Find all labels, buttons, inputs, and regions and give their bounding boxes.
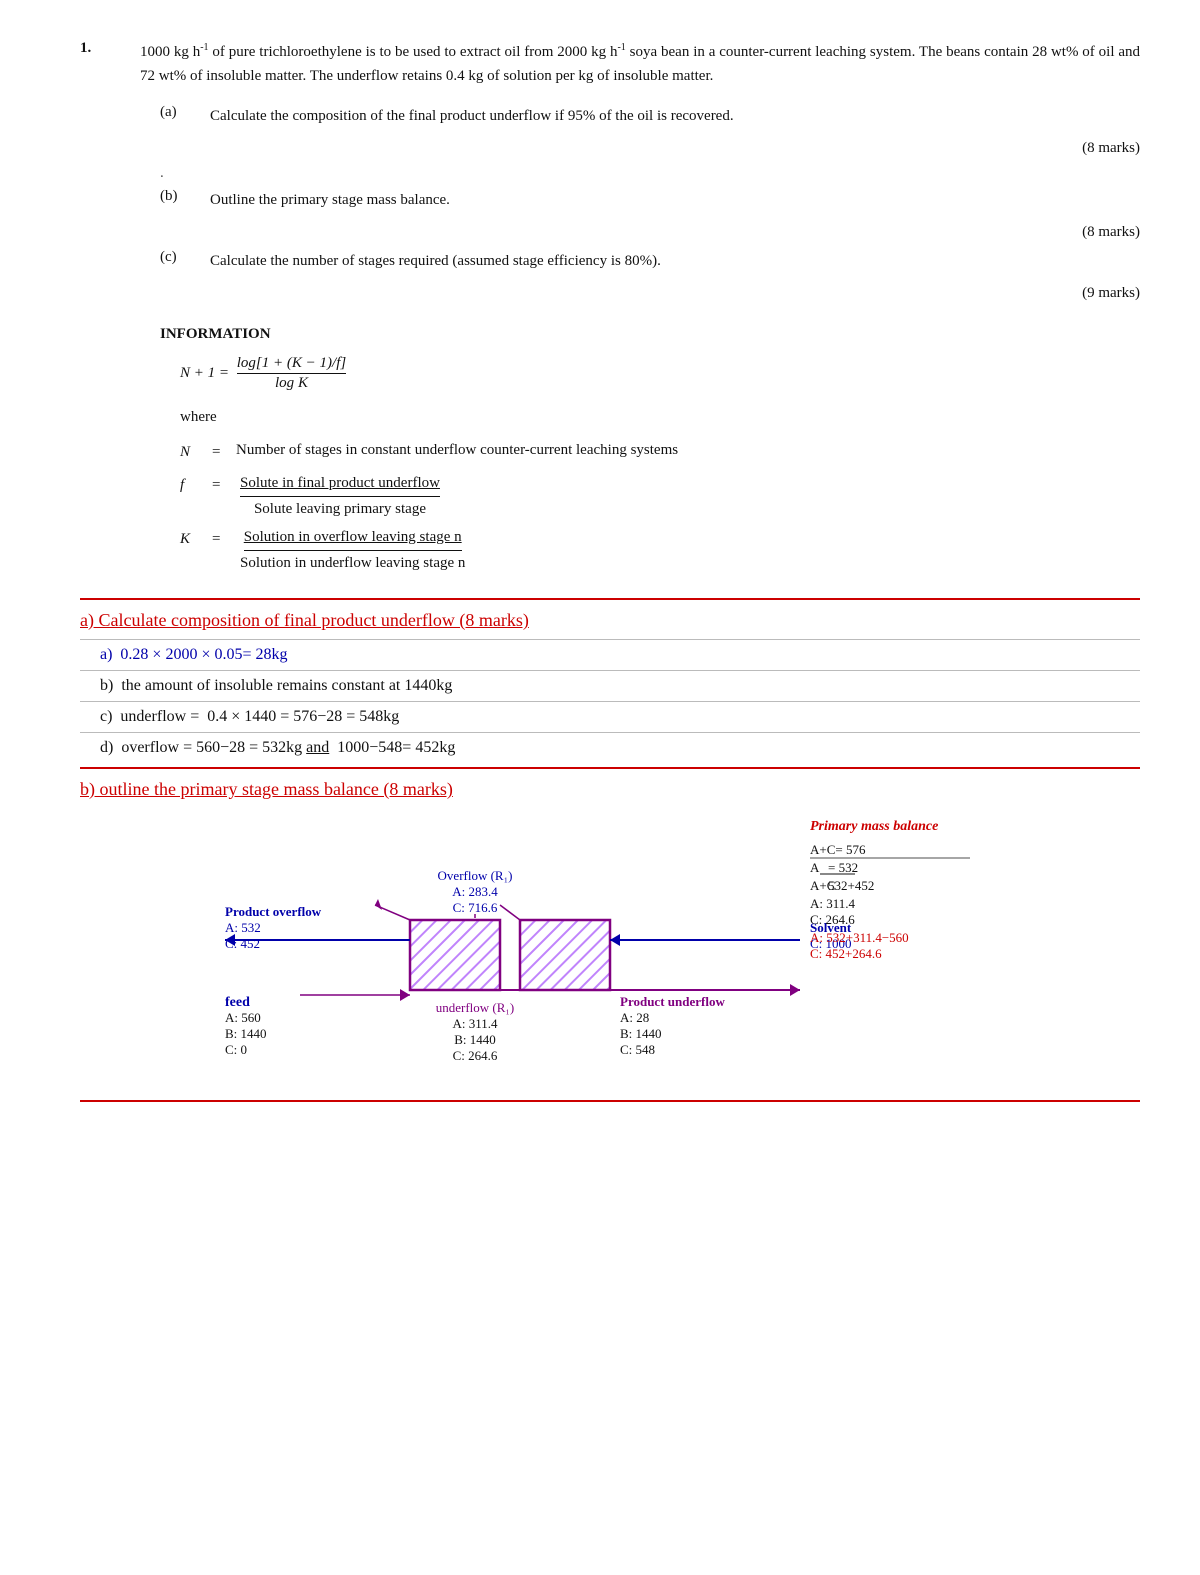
overflow-r1-label: Overflow (R₁): [438, 868, 513, 883]
def-K: K = Solution in overflow leaving stage n…: [180, 526, 1140, 574]
formula-numerator: log[1 + (K − 1)/f]: [237, 355, 346, 374]
underflow-C: C: 264.6: [453, 1048, 498, 1063]
f-numerator: Solute in final product underflow: [240, 472, 440, 497]
pmb-line-frac-den-val: 532+452: [828, 878, 874, 893]
overflow-C: C: 716.6: [453, 900, 498, 915]
def-f: f = Solute in final product underflow So…: [180, 472, 1140, 520]
gray-divider-2: [80, 670, 1140, 671]
def-text-f: Solute in final product underflow Solute…: [236, 472, 1140, 520]
gray-divider-4: [80, 732, 1140, 733]
stage-box-1: [410, 920, 500, 990]
marks-a: (8 marks): [160, 140, 1140, 157]
red-divider-2: [80, 767, 1140, 769]
pmb-A-val: A: 311.4: [810, 896, 856, 911]
underflow-A: A: 311.4: [452, 1016, 498, 1031]
product-underflow-B: B: 1440: [620, 1026, 662, 1041]
info-title: INFORMATION: [160, 326, 1140, 343]
product-overflow-C: C: 452: [225, 936, 260, 951]
underflow-arrowhead: [790, 984, 800, 996]
feed-arrowhead: [400, 989, 410, 1001]
product-underflow-A: A: 28: [620, 1010, 649, 1025]
sub-text-c: Calculate the number of stages required …: [210, 249, 1140, 273]
answer-a-line-1: a) 0.28 × 2000 × 0.05= 28kg: [100, 646, 1140, 664]
def-eq-N: =: [212, 439, 228, 466]
f-fraction: Solute in final product underflow Solute…: [240, 472, 440, 520]
answer-a-line-3: c) underflow = 0.4 × 1440 = 576−28 = 548…: [100, 708, 1140, 726]
K-fraction: Solution in overflow leaving stage n Sol…: [240, 526, 465, 574]
question-text: 1000 kg h-1 of pure trichloroethylene is…: [140, 40, 1140, 88]
K-numerator: Solution in overflow leaving stage n: [244, 526, 462, 551]
overflow-arrow-middle: [500, 905, 520, 920]
stage-box-2: [520, 920, 610, 990]
def-text-N: Number of stages in constant underflow c…: [236, 439, 1140, 462]
answer-a-heading: a) Calculate composition of final produc…: [80, 610, 1140, 631]
overflow-A: A: 283.4: [452, 884, 498, 899]
pmb-line-frac-num-val: = 532: [828, 860, 858, 875]
f-denominator: Solute leaving primary stage: [254, 497, 426, 521]
gray-divider-3: [80, 701, 1140, 702]
pmb-line-1: A+C= 576: [810, 842, 866, 857]
product-underflow-label: Product underflow: [620, 994, 725, 1009]
sub-q-b: (b) Outline the primary stage mass balan…: [160, 188, 1140, 212]
K-denominator: Solution in underflow leaving stage n: [240, 551, 465, 575]
product-overflow-label: Product overflow: [225, 904, 322, 919]
marks-b: (8 marks): [160, 224, 1140, 241]
sub-text-a: Calculate the composition of the final p…: [210, 104, 1140, 128]
diagram-container: Overflow (R₁) A: 283.4 C: 716.6 Product …: [80, 810, 1140, 1090]
sub-label-a: (a): [160, 104, 190, 128]
overflow-arrow-head-left: [375, 899, 382, 910]
def-var-f: f: [180, 472, 204, 499]
answer-a-line-4: d) overflow = 560−28 = 532kg and 1000−54…: [100, 739, 1140, 757]
def-var-N: N: [180, 439, 204, 466]
sub-q-c: (c) Calculate the number of stages requi…: [160, 249, 1140, 273]
answer-b-heading: b) outline the primary stage mass balanc…: [80, 779, 1140, 800]
where-block: where N = Number of stages in constant u…: [180, 404, 1140, 574]
def-text-K: Solution in overflow leaving stage n Sol…: [236, 526, 1140, 574]
solvent-arrowhead: [610, 934, 620, 946]
def-eq-K: =: [212, 526, 228, 553]
def-N: N = Number of stages in constant underfl…: [180, 439, 1140, 466]
dot-separator: .: [160, 165, 1140, 182]
sub-label-c: (c): [160, 249, 190, 273]
answer-a-line-2: b) the amount of insoluble remains const…: [100, 677, 1140, 695]
pmb-C-val: C: 264.6: [810, 912, 855, 927]
sub-label-b: (b): [160, 188, 190, 212]
pmb-line-frac-A: A: [810, 860, 820, 875]
information-section: INFORMATION N + 1 = log[1 + (K − 1)/f] l…: [160, 326, 1140, 574]
question-block: 1. 1000 kg h-1 of pure trichloroethylene…: [80, 40, 1140, 302]
formula-lhs: N + 1 =: [180, 365, 233, 381]
product-overflow-A: A: 532: [225, 920, 261, 935]
sub-questions: (a) Calculate the composition of the fin…: [160, 104, 1140, 302]
def-eq-f: =: [212, 472, 228, 499]
where-label: where: [180, 404, 1140, 431]
pmb-title: Primary mass balance: [810, 819, 938, 834]
diagram-section: Overflow (R₁) A: 283.4 C: 716.6 Product …: [80, 810, 1140, 1090]
page: 1. 1000 kg h-1 of pure trichloroethylene…: [0, 0, 1200, 1152]
sub-text-b: Outline the primary stage mass balance.: [210, 188, 1140, 212]
feed-C: C: 0: [225, 1042, 247, 1057]
question-number: 1.: [80, 40, 120, 88]
underflow-B: B: 1440: [454, 1032, 496, 1047]
formula-denominator: log K: [275, 374, 308, 392]
diagram-svg: Overflow (R₁) A: 283.4 C: 716.6 Product …: [80, 810, 1140, 1090]
product-underflow-C: C: 548: [620, 1042, 655, 1057]
pmb-C-calc: C: 452+264.6: [810, 946, 882, 961]
feed-A: A: 560: [225, 1010, 261, 1025]
gray-divider-1: [80, 639, 1140, 640]
feed-B: B: 1440: [225, 1026, 267, 1041]
sub-q-a: (a) Calculate the composition of the fin…: [160, 104, 1140, 128]
pmb-A-calc: A: 532+311.4−560: [810, 930, 909, 945]
def-var-K: K: [180, 526, 204, 553]
feed-label: feed: [225, 995, 250, 1010]
red-divider-1: [80, 598, 1140, 600]
formula-fraction: log[1 + (K − 1)/f] log K: [237, 355, 346, 392]
red-divider-3: [80, 1100, 1140, 1102]
marks-c: (9 marks): [160, 285, 1140, 302]
underflow-r1-label: underflow (R₁): [436, 1000, 515, 1015]
formula-block: N + 1 = log[1 + (K − 1)/f] log K: [180, 355, 1140, 392]
